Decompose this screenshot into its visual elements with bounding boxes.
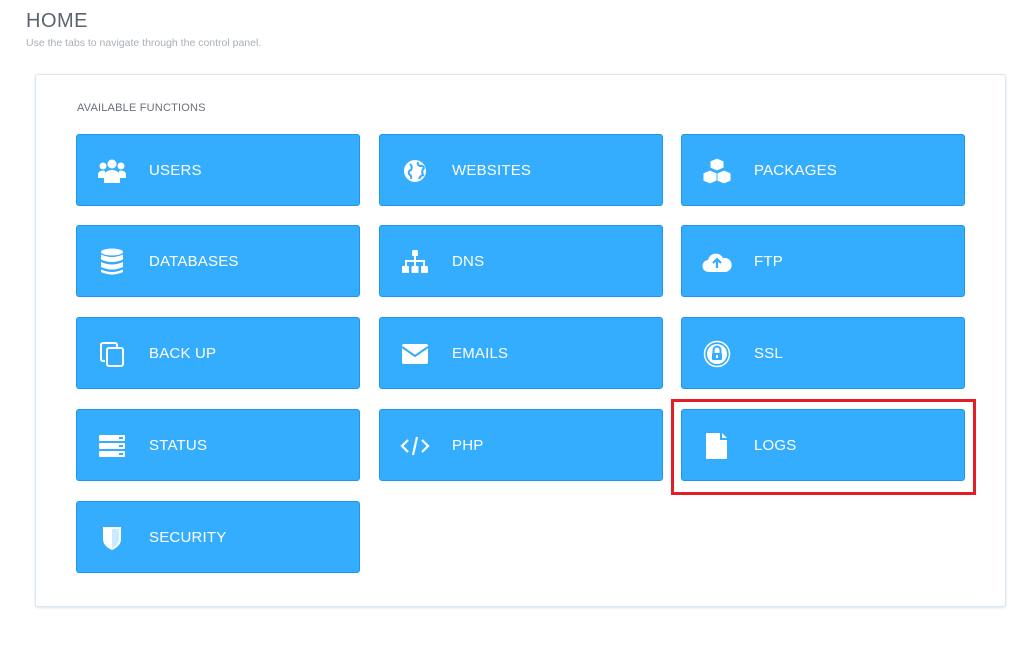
cloud-upload-icon	[702, 248, 732, 276]
panel-label: AVAILABLE FUNCTIONS	[77, 102, 206, 114]
page-subtitle: Use the tabs to navigate through the con…	[26, 37, 262, 49]
tile-back-up[interactable]: BACK UP	[76, 317, 360, 389]
users-icon	[97, 157, 127, 185]
tile-label: STATUS	[149, 436, 208, 454]
tile-label: DNS	[452, 252, 485, 270]
tile-users[interactable]: USERS	[76, 134, 360, 206]
tile-ssl[interactable]: SSL	[681, 317, 965, 389]
tile-dns[interactable]: DNS	[379, 225, 663, 297]
cubes-icon	[702, 157, 732, 185]
copy-icon	[97, 340, 127, 368]
database-icon	[97, 248, 127, 276]
lock-icon	[702, 340, 732, 368]
tile-label: PACKAGES	[754, 161, 838, 179]
code-icon	[400, 432, 430, 460]
tile-label: BACK UP	[149, 344, 217, 362]
tile-label: WEBSITES	[452, 161, 532, 179]
server-icon	[97, 432, 127, 460]
tile-label: EMAILS	[452, 344, 509, 362]
tile-websites[interactable]: WEBSITES	[379, 134, 663, 206]
tile-label: PHP	[452, 436, 484, 454]
sitemap-icon	[400, 248, 430, 276]
tile-label: SECURITY	[149, 528, 227, 546]
globe-icon	[400, 157, 430, 185]
tile-label: SSL	[754, 344, 783, 362]
shield-icon	[97, 524, 127, 552]
tile-status[interactable]: STATUS	[76, 409, 360, 481]
tile-ftp[interactable]: FTP	[681, 225, 965, 297]
tile-label: DATABASES	[149, 252, 239, 270]
tile-emails[interactable]: EMAILS	[379, 317, 663, 389]
tile-php[interactable]: PHP	[379, 409, 663, 481]
page-title: HOME	[26, 10, 88, 32]
tile-logs[interactable]: LOGS	[681, 409, 965, 481]
tile-security[interactable]: SECURITY	[76, 501, 360, 573]
tile-packages[interactable]: PACKAGES	[681, 134, 965, 206]
file-icon	[702, 432, 732, 460]
tile-label: FTP	[754, 252, 783, 270]
tile-databases[interactable]: DATABASES	[76, 225, 360, 297]
tile-label: LOGS	[754, 436, 797, 454]
tile-label: USERS	[149, 161, 202, 179]
envelope-icon	[400, 340, 430, 368]
